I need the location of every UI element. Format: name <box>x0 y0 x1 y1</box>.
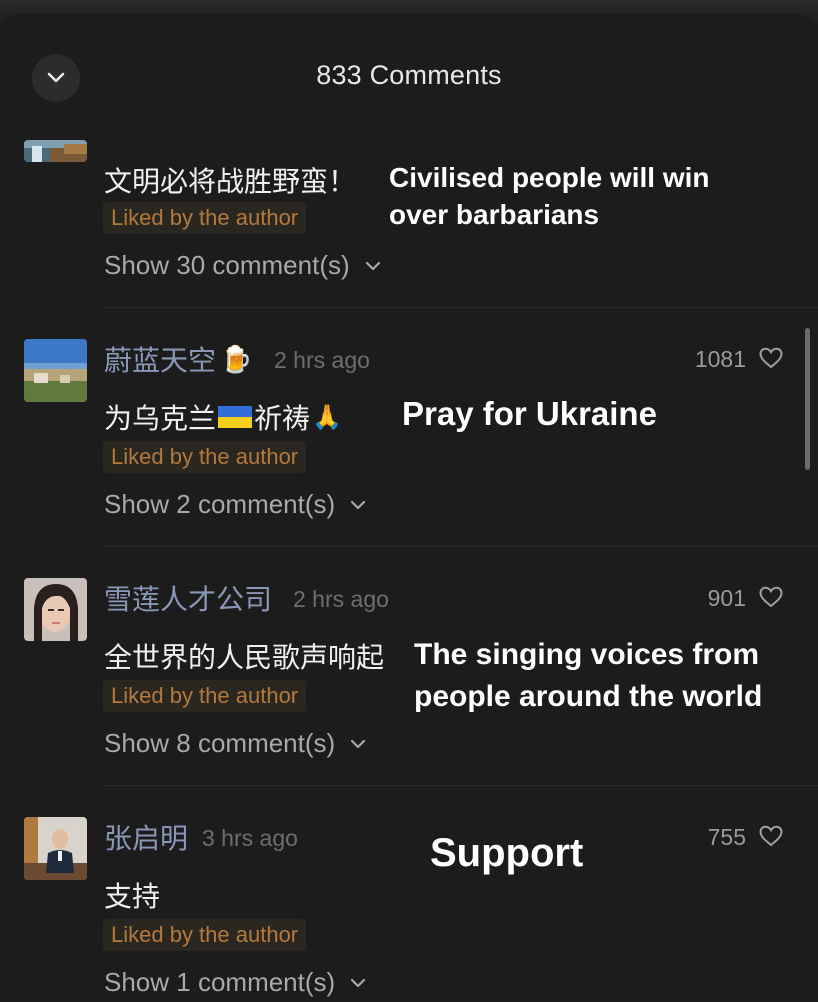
comment-item: 张启明 3 hrs ago 755 支持 Liked by the author… <box>0 817 818 1002</box>
show-replies-label: Show 30 comment(s) <box>104 250 350 280</box>
liked-by-author-badge: Liked by the author <box>103 441 307 473</box>
comment-text-part: 祈祷 <box>254 403 311 434</box>
comment-text-part: 为乌克兰 <box>104 403 217 434</box>
scrollbar[interactable] <box>805 328 810 470</box>
translation-annotation: The singing voices from people around th… <box>414 634 762 718</box>
divider <box>104 307 818 308</box>
avatar[interactable] <box>24 339 87 402</box>
show-replies-button[interactable]: Show 30 comment(s) <box>104 250 382 281</box>
praying-hands-emoji: 🙏 <box>312 403 342 431</box>
comment-item: 文明必将战胜野蛮！ Liked by the author Show 30 co… <box>0 140 818 310</box>
comment-text: 文明必将战胜野蛮！ <box>104 166 357 197</box>
like-count: 1081 <box>694 346 746 372</box>
avatar[interactable] <box>24 578 87 641</box>
comment-text: 为乌克兰 祈祷 🙏 <box>104 397 342 437</box>
chevron-down-icon <box>351 739 366 748</box>
comments-sheet: 833 Comments 文明必将战胜野蛮！ Liked by the auth… <box>0 14 818 1002</box>
comment-text: 全世界的人民歌声响起 <box>104 642 385 673</box>
liked-by-author-badge: Liked by the author <box>103 680 307 712</box>
show-replies-button[interactable]: Show 1 comment(s) <box>104 967 367 998</box>
translation-annotation: Pray for Ukraine <box>402 395 657 432</box>
beer-emoji: 🍺 <box>220 343 253 374</box>
translation-line: The singing voices from <box>414 638 760 671</box>
username-text: 张启明 <box>104 823 189 854</box>
heart-icon[interactable] <box>758 824 784 848</box>
comment-text: 支持 <box>104 881 161 912</box>
ukraine-flag-icon <box>218 406 253 428</box>
comment-time: 2 hrs ago <box>293 586 389 612</box>
like-count: 755 <box>707 824 746 850</box>
chevron-down-icon <box>351 978 366 987</box>
username[interactable]: 雪莲人才公司 <box>104 578 272 618</box>
liked-by-author-badge: Liked by the author <box>103 919 307 951</box>
show-replies-label: Show 2 comment(s) <box>104 489 336 519</box>
username-text: 雪莲人才公司 <box>104 584 273 615</box>
liked-by-author-badge: Liked by the author <box>103 202 307 234</box>
comments-count-title: 833 Comments <box>316 60 502 90</box>
show-replies-label: Show 8 comment(s) <box>104 728 336 758</box>
show-replies-label: Show 1 comment(s) <box>104 967 336 997</box>
username[interactable]: 张启明 <box>104 817 188 857</box>
like-count: 901 <box>707 585 746 611</box>
translation-annotation: Support <box>430 831 584 875</box>
avatar[interactable] <box>24 140 87 162</box>
divider <box>104 785 818 786</box>
chevron-down-icon <box>351 500 366 509</box>
translation-annotation: Civilised people will win over barbarian… <box>389 159 710 233</box>
show-replies-button[interactable]: Show 2 comment(s) <box>104 489 367 520</box>
translation-line: people around the world <box>414 680 763 713</box>
avatar[interactable] <box>24 817 87 880</box>
username[interactable]: 蔚蓝天空 🍺 <box>104 339 252 379</box>
comment-time: 3 hrs ago <box>202 825 298 851</box>
divider <box>104 546 818 547</box>
username-text: 蔚蓝天空 <box>104 345 217 376</box>
translation-line: over barbarians <box>389 199 600 230</box>
comment-item: 雪莲人才公司 2 hrs ago 901 全世界的人民歌声响起 Liked by… <box>0 578 818 778</box>
chevron-down-icon <box>365 261 380 270</box>
comment-time: 2 hrs ago <box>274 347 370 373</box>
heart-icon[interactable] <box>758 585 784 609</box>
show-replies-button[interactable]: Show 8 comment(s) <box>104 728 367 759</box>
translation-line: Civilised people will win <box>389 162 710 193</box>
heart-icon[interactable] <box>758 346 784 370</box>
comment-item: 蔚蓝天空 🍺 2 hrs ago 1081 为乌克兰 祈祷 🙏 Liked by… <box>0 339 818 539</box>
